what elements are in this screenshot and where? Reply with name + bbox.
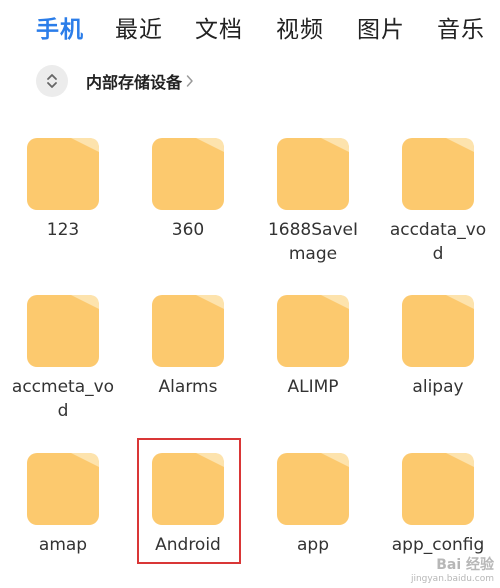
tab-documents[interactable]: 文档	[195, 10, 243, 44]
watermark-brand: Bai 经验	[436, 557, 494, 573]
folder-icon	[277, 295, 349, 367]
folder-name: 123	[46, 220, 80, 240]
folder-name: app	[297, 535, 329, 555]
folder-name: ALIMP	[287, 377, 339, 397]
folder-icon	[152, 295, 224, 367]
breadcrumb: 内部存储设备	[36, 64, 194, 98]
folder-item[interactable]: accmeta_vod	[8, 293, 118, 423]
folder-item[interactable]: alipay	[383, 293, 493, 399]
folder-name: amap	[38, 535, 88, 555]
sort-toggle-button[interactable]	[36, 65, 68, 97]
folder-icon	[277, 138, 349, 210]
folder-name: 360	[171, 220, 205, 240]
folder-name: accdata_vod	[389, 220, 487, 264]
folder-item[interactable]: app	[258, 451, 368, 557]
folder-item[interactable]: ALIMP	[258, 293, 368, 399]
tab-videos[interactable]: 视频	[276, 10, 324, 44]
tab-phone[interactable]: 手机	[36, 10, 84, 44]
folder-icon	[402, 295, 474, 367]
folder-name: alipay	[412, 377, 464, 397]
folder-item[interactable]: 123	[8, 136, 118, 242]
folder-icon	[402, 138, 474, 210]
folder-icon	[277, 453, 349, 525]
watermark-url: jingyan.baidu.com	[410, 574, 494, 584]
tab-music[interactable]: 音乐	[437, 10, 485, 44]
tab-images[interactable]: 图片	[357, 10, 405, 44]
folder-item[interactable]: 1688SaveImage	[258, 136, 368, 266]
folder-icon	[402, 453, 474, 525]
sort-toggle-icon	[47, 74, 57, 88]
folder-icon	[152, 138, 224, 210]
folder-item[interactable]: app_config	[383, 451, 493, 557]
folder-icon	[27, 453, 99, 525]
folder-item[interactable]: Alarms	[133, 293, 243, 399]
folder-item-android[interactable]: Android	[133, 451, 243, 557]
folder-item[interactable]: 360	[133, 136, 243, 242]
folder-name: 1688SaveImage	[267, 220, 358, 264]
folder-item[interactable]: amap	[8, 451, 118, 557]
category-tabs: 手机 最近 文档 视频 图片 音乐	[0, 0, 500, 56]
folder-icon	[27, 138, 99, 210]
chevron-right-icon	[186, 74, 194, 88]
watermark: Bai 经验 jingyan.baidu.com	[411, 558, 494, 586]
folder-name: app_config	[391, 535, 485, 555]
folder-icon	[27, 295, 99, 367]
folder-name: Android	[155, 535, 221, 555]
folder-item[interactable]: accdata_vod	[383, 136, 493, 266]
breadcrumb-location[interactable]: 内部存储设备	[86, 69, 182, 93]
file-manager-screen: 手机 最近 文档 视频 图片 音乐 内部存储设备 123 360 1688Sav…	[0, 0, 500, 588]
folder-icon	[152, 453, 224, 525]
tab-recent[interactable]: 最近	[115, 10, 163, 44]
folder-name: Alarms	[158, 377, 218, 397]
folder-name: accmeta_vod	[11, 377, 115, 421]
